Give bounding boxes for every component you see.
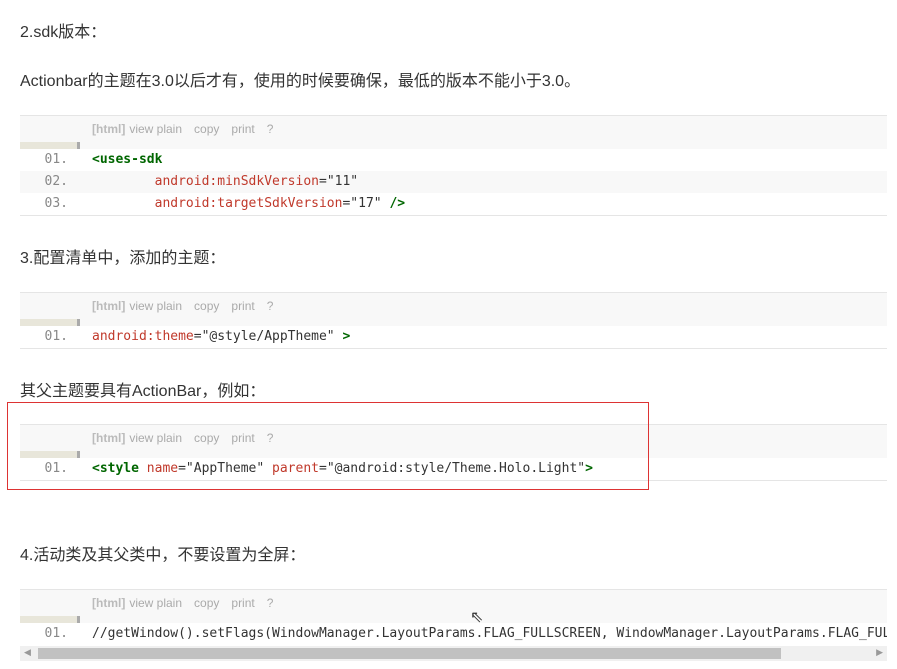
code-block-theme: [html] view plain copy print? 01. android:the… <box>20 292 887 349</box>
line-number: 03. <box>44 196 68 211</box>
scroll-right-icon[interactable]: ▶ <box>876 647 883 658</box>
help-link[interactable]: ? <box>267 299 274 313</box>
scroll-left-icon[interactable]: ◀ <box>24 647 31 658</box>
code-token: /> <box>389 196 406 211</box>
lang-label: [html] <box>92 122 126 136</box>
help-link[interactable]: ? <box>267 596 274 610</box>
help-link[interactable]: ? <box>267 122 274 136</box>
view-plain-link[interactable]: view plain <box>129 299 182 313</box>
code-toolbar: [html] view plain copy print? <box>20 293 887 319</box>
code-token: android:theme <box>92 329 194 344</box>
line-number: 02. <box>44 174 68 189</box>
section-heading-fullscreen: 4.活动类及其父类中，不要设置为全屏： <box>20 547 306 564</box>
code-line: 03. android:targetSdkVersion="17" /> <box>20 193 887 215</box>
copy-link[interactable]: copy <box>194 299 219 313</box>
copy-link[interactable]: copy <box>194 122 219 136</box>
mouse-cursor-icon: ⇖ <box>470 609 484 626</box>
print-link[interactable]: print <box>231 596 254 610</box>
line-number: 01. <box>44 329 68 344</box>
code-token: //getWindow().setFlags(WindowManager.Lay… <box>92 626 887 641</box>
lang-label: [html] <box>92 299 126 313</box>
scrollbar-thumb[interactable] <box>38 648 781 659</box>
horizontal-scrollbar[interactable]: ◀ ▶ <box>20 646 887 661</box>
code-line: 01. android:theme="@style/AppTheme" > <box>20 326 887 348</box>
paragraph-parent-theme: 其父主题要具有ActionBar，例如： <box>20 383 266 400</box>
code-line: 01. <uses-sdk <box>20 149 887 171</box>
code-token: ="17" <box>342 196 390 211</box>
code-line: 02. android:minSdkVersion="11" <box>20 171 887 193</box>
view-plain-link[interactable]: view plain <box>129 122 182 136</box>
code-token: android:targetSdkVersion <box>154 196 343 211</box>
highlight-box <box>7 402 649 490</box>
line-number: 01. <box>44 152 68 167</box>
copy-link[interactable]: copy <box>194 596 219 610</box>
section-heading-manifest: 3.配置清单中，添加的主题： <box>20 250 226 267</box>
code-token: <uses-sdk <box>92 152 163 167</box>
view-plain-link[interactable]: view plain <box>129 596 182 610</box>
code-block-fullscreen: [html] view plain copy print? 01. //getWindow… <box>20 589 887 645</box>
code-token: android:minSdkVersion <box>154 174 319 189</box>
paragraph-sdk: Actionbar的主题在3.0以后才有，使用的时候要确保，最低的版本不能小于3… <box>20 73 581 90</box>
section-heading-sdk: 2.sdk版本： <box>20 24 107 41</box>
code-token: > <box>342 329 351 344</box>
code-line: 01. //getWindow().setFlags(WindowManager.… <box>20 623 887 645</box>
line-number: 01. <box>44 626 68 641</box>
code-toolbar: [html] view plain copy print? <box>20 116 887 142</box>
print-link[interactable]: print <box>231 299 254 313</box>
lang-label: [html] <box>92 596 126 610</box>
code-block-uses-sdk: [html] view plain copy print? 01. <uses-sdk 02… <box>20 115 887 216</box>
code-token: ="@style/AppTheme" <box>193 329 343 344</box>
code-toolbar: [html] view plain copy print? <box>20 590 887 616</box>
print-link[interactable]: print <box>231 122 254 136</box>
code-token: ="11" <box>319 174 359 189</box>
